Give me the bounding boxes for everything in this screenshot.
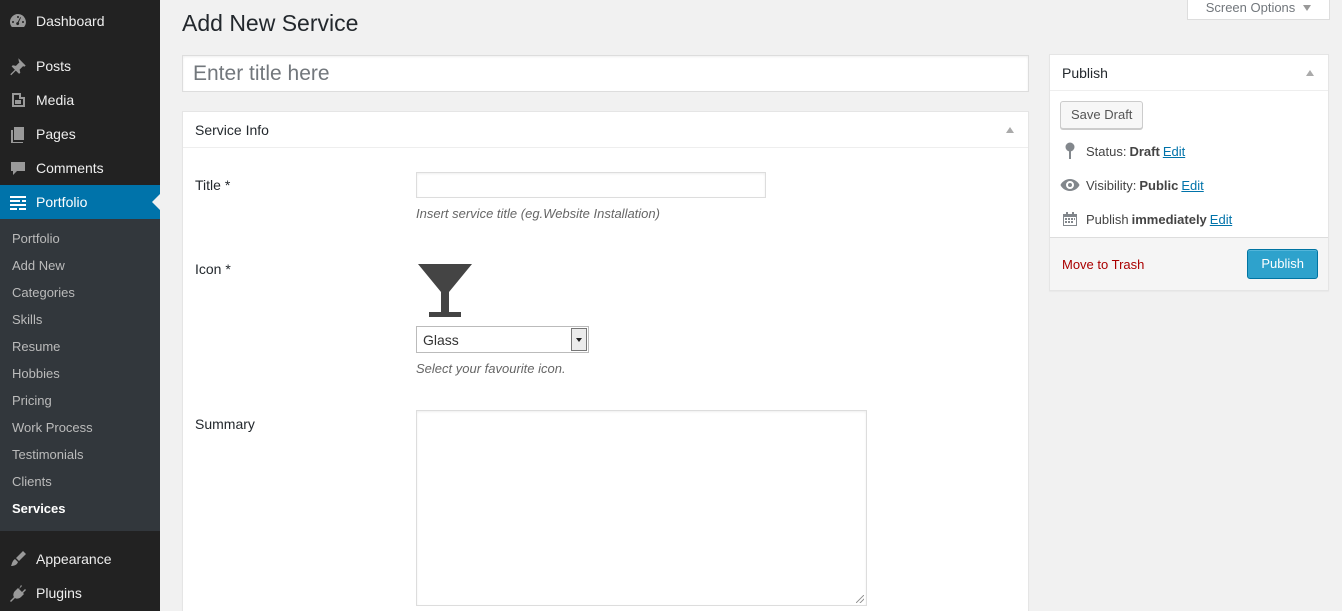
- plugin-icon: [0, 583, 36, 603]
- submenu-hobbies[interactable]: Hobbies: [12, 364, 60, 384]
- edit-publish-time-link[interactable]: Edit: [1210, 212, 1232, 227]
- dashboard-icon: [0, 11, 36, 31]
- visibility-label: Visibility:: [1086, 177, 1137, 193]
- service-title-description: Insert service title (eg.Website Install…: [416, 206, 660, 221]
- major-publishing-actions: Move to Trash Publish: [1050, 237, 1328, 290]
- move-to-trash-link[interactable]: Move to Trash: [1062, 257, 1144, 272]
- submenu-pricing[interactable]: Pricing: [12, 391, 52, 411]
- menu-label: Media: [36, 92, 75, 108]
- pin-icon: [0, 56, 36, 76]
- media-icon: [0, 90, 36, 110]
- menu-portfolio[interactable]: Portfolio: [0, 185, 160, 219]
- visibility-row: Visibility: Public Edit: [1060, 176, 1204, 194]
- summary-field-label: Summary: [195, 416, 255, 432]
- resize-grip-icon[interactable]: [856, 595, 864, 603]
- icon-description: Select your favourite icon.: [416, 361, 566, 376]
- summary-textarea[interactable]: [416, 410, 867, 606]
- menu-appearance[interactable]: Appearance: [0, 542, 160, 576]
- menu-label: Dashboard: [36, 13, 105, 29]
- pages-icon: [0, 124, 36, 144]
- pin-icon: [1060, 142, 1080, 160]
- publish-header[interactable]: Publish: [1050, 55, 1328, 91]
- status-value: Draft: [1129, 143, 1160, 159]
- menu-label: Pages: [36, 126, 76, 142]
- menu-label: Comments: [36, 160, 104, 176]
- submenu-portfolio[interactable]: Portfolio: [12, 229, 60, 249]
- screen-options-label: Screen Options: [1205, 0, 1296, 15]
- submenu-services[interactable]: Services: [12, 499, 66, 519]
- glass-icon: [418, 264, 472, 317]
- edit-visibility-link[interactable]: Edit: [1181, 178, 1203, 193]
- menu-pages[interactable]: Pages: [0, 117, 160, 151]
- menu-label: Portfolio: [36, 194, 88, 210]
- submenu-testimonials[interactable]: Testimonials: [12, 445, 84, 465]
- collapse-toggle-icon[interactable]: [1006, 127, 1014, 133]
- submenu-resume[interactable]: Resume: [12, 337, 60, 357]
- service-info-metabox: Service Info Title * Insert service titl…: [182, 111, 1029, 611]
- publish-time-row: Publish immediately Edit: [1060, 210, 1232, 228]
- menu-label: Plugins: [36, 585, 82, 601]
- service-title-input[interactable]: [416, 172, 766, 198]
- edit-status-link[interactable]: Edit: [1163, 144, 1185, 159]
- visibility-value: Public: [1139, 177, 1179, 193]
- admin-sidebar: Dashboard Posts Media Pages Comments Por…: [0, 0, 160, 611]
- dropdown-arrow-icon[interactable]: [571, 328, 587, 351]
- collapse-toggle-icon[interactable]: [1306, 70, 1314, 76]
- screen-options-button[interactable]: Screen Options: [1187, 0, 1330, 20]
- submenu-categories[interactable]: Categories: [12, 283, 75, 303]
- menu-media[interactable]: Media: [0, 83, 160, 117]
- service-info-header[interactable]: Service Info: [183, 112, 1028, 148]
- page-title: Add New Service: [182, 10, 359, 36]
- icon-select-value: Glass: [423, 331, 459, 348]
- status-label: Status:: [1086, 143, 1127, 159]
- submenu-work-process[interactable]: Work Process: [12, 418, 93, 438]
- status-row: Status: Draft Edit: [1060, 142, 1185, 160]
- menu-plugins[interactable]: Plugins: [0, 576, 160, 610]
- publish-time-label: Publish: [1086, 211, 1129, 227]
- menu-comments[interactable]: Comments: [0, 151, 160, 185]
- calendar-icon: [1060, 210, 1080, 228]
- eye-icon: [1060, 176, 1080, 194]
- title-field-label: Title *: [195, 177, 231, 193]
- menu-dashboard[interactable]: Dashboard: [0, 4, 160, 38]
- menu-label: Appearance: [36, 551, 112, 567]
- caret-down-icon: [1303, 4, 1312, 11]
- menu-posts[interactable]: Posts: [0, 49, 160, 83]
- icon-select[interactable]: Glass: [416, 326, 589, 353]
- publish-heading: Publish: [1062, 64, 1108, 81]
- brush-icon: [0, 549, 36, 569]
- portfolio-icon: [0, 192, 36, 212]
- comment-icon: [0, 158, 36, 178]
- submenu-clients[interactable]: Clients: [12, 472, 52, 492]
- post-title-input[interactable]: [182, 55, 1029, 92]
- publish-metabox: Publish Save Draft Status: Draft Edit Vi…: [1049, 54, 1329, 291]
- publish-time-value: immediately: [1131, 211, 1207, 227]
- submenu-skills[interactable]: Skills: [12, 310, 42, 330]
- service-info-heading: Service Info: [195, 121, 269, 138]
- save-draft-button[interactable]: Save Draft: [1060, 101, 1144, 129]
- submenu-add-new[interactable]: Add New: [12, 256, 65, 276]
- publish-button[interactable]: Publish: [1247, 249, 1318, 279]
- portfolio-submenu: Portfolio Add New Categories Skills Resu…: [0, 219, 160, 531]
- menu-label: Posts: [36, 58, 72, 74]
- current-menu-arrow: [152, 194, 160, 210]
- icon-field-label: Icon *: [195, 261, 231, 277]
